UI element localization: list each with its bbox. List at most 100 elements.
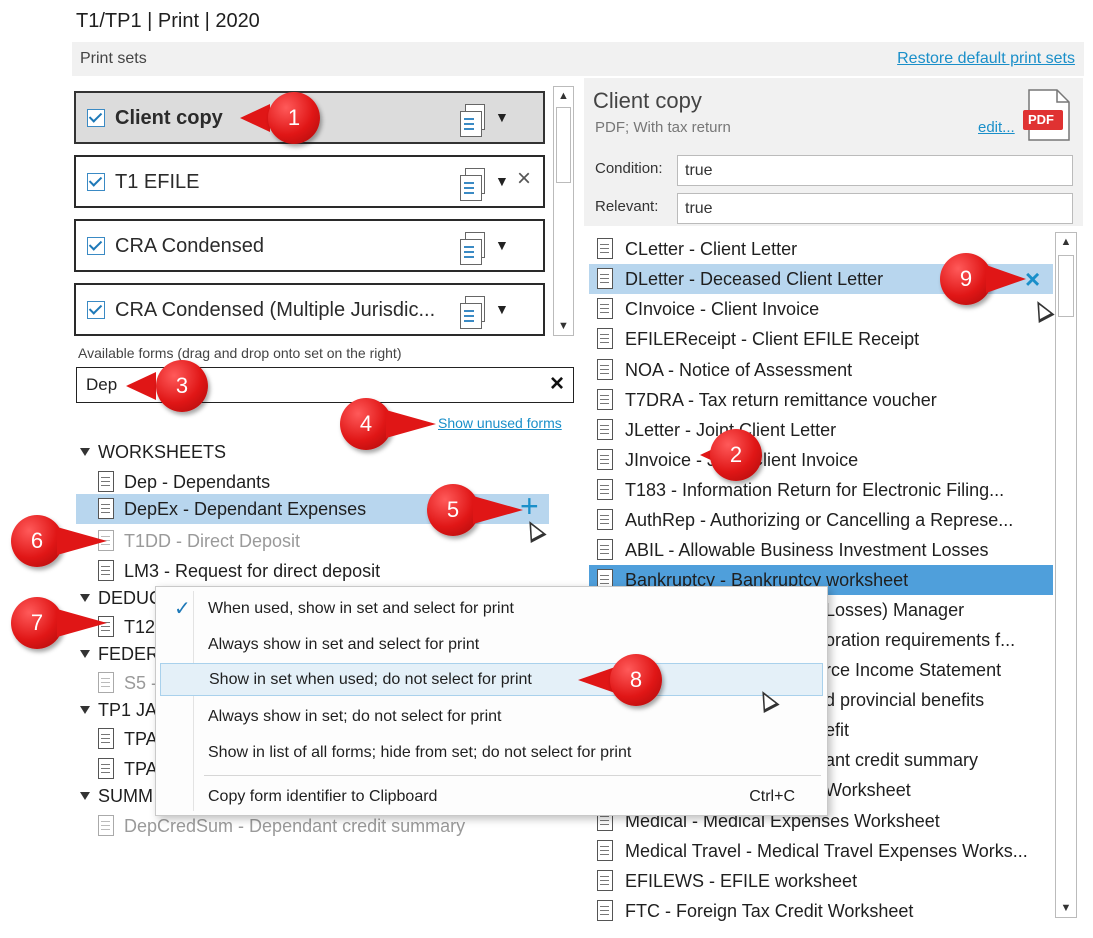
callout-5: 5: [427, 484, 527, 536]
dropdown-arrow-icon[interactable]: ▼: [495, 237, 509, 253]
collapse-triangle-icon[interactable]: [80, 448, 90, 456]
callout-1: 1: [240, 92, 330, 144]
list-item[interactable]: NOA - Notice of Assessment: [589, 355, 1053, 385]
form-sheet-icon: [597, 298, 613, 319]
tree-item-label: DepEx - Dependant Expenses: [124, 499, 367, 519]
condition-field[interactable]: true: [677, 155, 1073, 186]
list-item[interactable]: EFILEWS - EFILE worksheet: [589, 866, 1053, 896]
tree-item-label: T12: [124, 617, 156, 637]
print-set-label: CRA Condensed: [115, 235, 264, 257]
form-sheet-icon: [98, 672, 114, 693]
context-menu: ✓ When used, show in set and select for …: [155, 586, 828, 816]
checkbox-checked-icon[interactable]: [87, 237, 105, 255]
print-set-label: CRA Condensed (Multiple Jurisdic...: [115, 299, 436, 321]
collapse-triangle-icon[interactable]: [80, 706, 90, 714]
print-set-t1-efile[interactable]: T1 EFILE ▼ ×: [74, 155, 545, 208]
print-sets-label: Print sets: [80, 50, 147, 67]
callout-7: 7: [11, 597, 111, 649]
print-set-cra-condensed[interactable]: CRA Condensed ▼: [74, 219, 545, 272]
list-item[interactable]: Medical Travel - Medical Travel Expenses…: [589, 836, 1053, 866]
callout-2: 2: [700, 429, 790, 481]
pdf-badge-label: PDF: [1028, 112, 1054, 127]
scroll-up-icon[interactable]: ▲: [1056, 233, 1076, 251]
relevant-label: Relevant:: [595, 198, 659, 215]
tree-item-label: Dep - Dependants: [124, 472, 271, 492]
menu-item-always-show-no-select[interactable]: Always show in set; do not select for pr…: [160, 700, 823, 733]
scroll-down-icon[interactable]: ▼: [1056, 899, 1076, 917]
scroll-down-icon[interactable]: ▼: [554, 317, 573, 335]
menu-item-show-and-select-when-used[interactable]: ✓ When used, show in set and select for …: [160, 592, 823, 625]
condition-label: Condition:: [595, 160, 663, 177]
tree-group-label: TP1 JA: [98, 700, 158, 720]
documents-icon[interactable]: [460, 296, 485, 329]
documents-icon[interactable]: [460, 104, 485, 137]
list-item[interactable]: JLetter - Joint Client Letter: [589, 415, 1053, 445]
dropdown-arrow-icon[interactable]: ▼: [495, 109, 509, 125]
tree-item-label: LM3 - Request for direct deposit: [124, 561, 381, 581]
checkbox-checked-icon[interactable]: [87, 301, 105, 319]
print-set-cra-condensed-multiple[interactable]: CRA Condensed (Multiple Jurisdic... ▼: [74, 283, 545, 336]
menu-item-copy-identifier[interactable]: Copy form identifier to Clipboard Ctrl+C: [160, 780, 823, 813]
remove-set-close-icon[interactable]: ×: [517, 165, 531, 193]
list-item[interactable]: AuthRep - Authorizing or Cancelling a Re…: [589, 505, 1053, 535]
form-sheet-icon: [98, 758, 114, 779]
restore-default-print-sets-link[interactable]: Restore default print sets: [897, 50, 1075, 68]
tree-item-label: DepCredSum - Dependant credit summary: [124, 816, 466, 836]
callout-6: 6: [11, 515, 111, 567]
list-item[interactable]: T7DRA - Tax return remittance voucher: [589, 385, 1053, 415]
list-item[interactable]: FTC - Foreign Tax Credit Worksheet: [589, 896, 1053, 923]
tree-item-label: TPA: [124, 759, 158, 779]
form-sheet-icon: [597, 870, 613, 891]
callout-9: 9: [940, 253, 1030, 305]
list-item[interactable]: EFILEReceipt - Client EFILE Receipt: [589, 324, 1053, 354]
available-forms-label: Available forms (drag and drop onto set …: [78, 345, 402, 361]
scroll-thumb[interactable]: [556, 107, 571, 183]
documents-icon[interactable]: [460, 168, 485, 201]
tree-item-label: S5 -: [124, 673, 158, 693]
documents-icon[interactable]: [460, 232, 485, 265]
scroll-thumb[interactable]: [1058, 255, 1074, 317]
form-sheet-icon: [597, 509, 613, 530]
show-unused-forms-link[interactable]: Show unused forms: [438, 415, 562, 431]
form-sheet-icon: [98, 728, 114, 749]
menu-item-always-show-and-select[interactable]: Always show in set and select for print: [160, 628, 823, 661]
dropdown-arrow-icon[interactable]: ▼: [495, 173, 509, 189]
collapse-triangle-icon[interactable]: [80, 650, 90, 658]
form-sheet-icon: [597, 539, 613, 560]
form-sheet-icon: [597, 389, 613, 410]
form-sheet-icon: [597, 268, 613, 289]
scroll-up-icon[interactable]: ▲: [554, 87, 573, 105]
edit-set-link[interactable]: edit...: [978, 119, 1015, 136]
relevant-field[interactable]: true: [677, 193, 1073, 224]
window-title: T1/TP1 | Print | 2020: [76, 10, 260, 32]
tree-group-label: WORKSHEETS: [98, 442, 227, 462]
clear-search-close-icon[interactable]: ×: [550, 370, 564, 398]
form-sheet-icon: [597, 900, 613, 921]
search-input-value[interactable]: Dep: [86, 375, 117, 395]
menu-item-hide-from-set[interactable]: Show in list of all forms; hide from set…: [160, 736, 823, 769]
set-detail-title: Client copy: [593, 88, 702, 113]
form-sheet-icon: [98, 815, 114, 836]
menu-shortcut: Ctrl+C: [749, 788, 795, 805]
dropdown-arrow-icon[interactable]: ▼: [495, 301, 509, 317]
checkmark-icon: ✓: [174, 598, 191, 620]
checkbox-checked-icon[interactable]: [87, 109, 105, 127]
list-item[interactable]: ABIL - Allowable Business Investment Los…: [589, 535, 1053, 565]
list-item[interactable]: T183 - Information Return for Electronic…: [589, 475, 1053, 505]
callout-4: 4: [340, 398, 440, 450]
print-sets-header: Print sets Restore default print sets: [72, 42, 1084, 76]
checkbox-checked-icon[interactable]: [87, 173, 105, 191]
tree-group-label: SUMM: [98, 786, 153, 806]
form-sheet-icon: [597, 359, 613, 380]
collapse-triangle-icon[interactable]: [80, 792, 90, 800]
pdf-file-icon[interactable]: PDF: [1023, 88, 1073, 143]
menu-item-show-when-used-no-select[interactable]: Show in set when used; do not select for…: [160, 663, 823, 696]
set-forms-scrollbar[interactable]: ▲ ▼: [1055, 232, 1077, 918]
menu-separator: [204, 775, 821, 776]
set-forms-list: CLetter - Client Letter DLetter - Deceas…: [589, 229, 1053, 923]
print-sets-scrollbar[interactable]: ▲ ▼: [553, 86, 574, 336]
tree-item-label: TPA: [124, 729, 158, 749]
list-item[interactable]: JInvoice - Joint Client Invoice: [589, 445, 1053, 475]
form-sheet-icon: [597, 449, 613, 470]
form-sheet-icon: [597, 238, 613, 259]
